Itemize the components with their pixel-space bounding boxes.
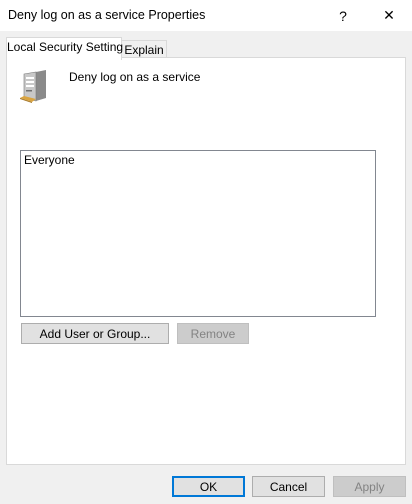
tab-label: Local Security Setting bbox=[7, 40, 124, 54]
server-icon bbox=[20, 70, 46, 103]
help-icon: ? bbox=[339, 7, 347, 24]
apply-button[interactable]: Apply bbox=[333, 476, 406, 497]
tab-label: Explain bbox=[124, 43, 164, 57]
remove-button[interactable]: Remove bbox=[177, 323, 249, 344]
members-listbox[interactable]: Everyone bbox=[20, 150, 376, 317]
help-button[interactable]: ? bbox=[320, 0, 366, 31]
list-item[interactable]: Everyone bbox=[21, 151, 375, 169]
tab-local-security-setting[interactable]: Local Security Setting bbox=[6, 37, 124, 60]
window-title: Deny log on as a service Properties bbox=[8, 8, 206, 22]
policy-name: Deny log on as a service bbox=[69, 70, 201, 84]
cancel-button[interactable]: Cancel bbox=[252, 476, 325, 497]
close-button[interactable]: ✕ bbox=[366, 0, 412, 31]
close-icon: ✕ bbox=[383, 7, 395, 23]
title-bar: Deny log on as a service Properties ? ✕ bbox=[0, 0, 412, 31]
add-user-or-group-button[interactable]: Add User or Group... bbox=[21, 323, 169, 344]
ok-button[interactable]: OK bbox=[172, 476, 245, 497]
